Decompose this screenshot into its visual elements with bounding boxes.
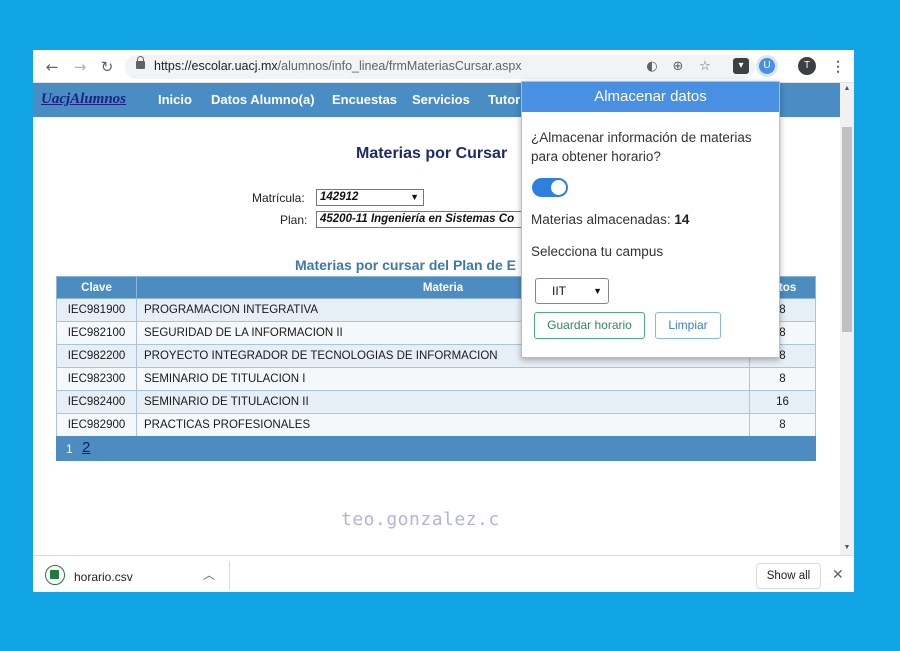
page-title: Materias por Cursar (356, 145, 508, 162)
stored-count-text: Materias almacenadas: 14 (531, 212, 689, 227)
cell-clave: IEC982400 (56, 390, 137, 414)
nav-link-datos-alumno[interactable]: Datos Alumno(a) (211, 92, 315, 107)
section-title: Materias por cursar del Plan de E (295, 257, 516, 273)
stored-count: 14 (674, 212, 690, 227)
campus-value: IIT (552, 284, 566, 298)
browser-toolbar: ← → ↻ https://escolar.uacj.mx/alumnos/in… (33, 50, 854, 83)
watermark-text: teo.gonzalez.c (341, 509, 500, 530)
reload-icon[interactable]: ↻ (97, 57, 117, 77)
profile-avatar[interactable]: T (798, 57, 816, 75)
cell-clave: IEC982300 (56, 367, 137, 391)
extension-popup: Almacenar datos ¿Almacenar información d… (521, 81, 780, 358)
extension-uacj-icon[interactable]: U (759, 58, 775, 74)
nav-link-tutor[interactable]: Tutor (488, 92, 520, 107)
clear-button[interactable]: Limpiar (655, 312, 721, 339)
cell-materia: PRACTICAS PROFESIONALES (136, 413, 750, 437)
matricula-select[interactable]: 142912 ▼ (316, 189, 424, 206)
cell-creditos: 8 (749, 367, 816, 391)
table-pager: 1 2 (56, 436, 816, 461)
show-all-button[interactable]: Show all (756, 563, 821, 589)
blocked-icon[interactable]: ◐ (644, 59, 660, 75)
nav-link-servicios[interactable]: Servicios (412, 92, 470, 107)
stored-label: Materias almacenadas: (531, 212, 671, 227)
zoom-icon[interactable]: ⊕ (670, 59, 686, 75)
close-icon[interactable]: ✕ (832, 566, 844, 583)
extension-shield-icon[interactable]: ▾ (733, 58, 749, 74)
cell-clave: IEC981900 (56, 298, 137, 322)
bookmark-star-icon[interactable]: ☆ (697, 59, 713, 75)
forward-arrow-icon[interactable]: → (70, 57, 90, 77)
matricula-label: Matrícula: (252, 191, 305, 205)
plan-select[interactable]: 45200-11 Ingeniería en Sistemas Co (316, 211, 523, 228)
matricula-value: 142912 (320, 191, 359, 203)
plan-value: 45200-11 Ingeniería en Sistemas Co (320, 213, 515, 225)
menu-dots-icon[interactable]: ⋮ (831, 56, 845, 76)
chevron-down-icon: ▼ (410, 192, 419, 202)
lock-icon (136, 56, 145, 69)
scroll-thumb[interactable] (842, 127, 852, 332)
scroll-down-icon[interactable]: ▼ (840, 542, 854, 554)
page-scrollbar[interactable]: ▲ ▼ (840, 83, 854, 555)
table-row: IEC982900 PRACTICAS PROFESIONALES 8 (56, 413, 816, 437)
cell-materia: SEMINARIO DE TITULACION I (136, 367, 750, 391)
save-schedule-button[interactable]: Guardar horario (534, 312, 645, 339)
cell-creditos: 8 (749, 413, 816, 437)
cell-creditos: 16 (749, 390, 816, 414)
url-text: https://escolar.uacj.mx/alumnos/info_lin… (154, 59, 522, 73)
store-data-toggle[interactable] (532, 178, 568, 197)
cell-materia: SEMINARIO DE TITULACION II (136, 390, 750, 414)
chevron-down-icon: ▼ (593, 286, 602, 296)
nav-link-inicio[interactable]: Inicio (158, 92, 192, 107)
pager-link-page-2[interactable]: 2 (82, 439, 90, 456)
popup-question: ¿Almacenar información de materias para … (531, 130, 752, 164)
cell-clave: IEC982200 (56, 344, 137, 368)
chevron-up-icon[interactable]: ︿ (203, 566, 215, 583)
pager-current-page: 1 (66, 442, 73, 456)
download-divider (229, 561, 230, 589)
site-brand-link[interactable]: UacjAlumnos (41, 91, 126, 108)
url-host: https://escolar.uacj.mx (154, 59, 278, 73)
table-row: IEC982300 SEMINARIO DE TITULACION I 8 (56, 367, 816, 391)
scroll-up-icon[interactable]: ▲ (840, 83, 854, 95)
cell-clave: IEC982900 (56, 413, 137, 437)
popup-title: Almacenar datos (522, 82, 779, 112)
address-bar[interactable]: https://escolar.uacj.mx/alumnos/info_lin… (125, 55, 755, 79)
excel-file-icon (45, 565, 65, 585)
plan-label: Plan: (280, 213, 308, 227)
download-bar: horario.csv ︿ Show all ✕ (33, 555, 854, 592)
back-arrow-icon[interactable]: ← (42, 57, 62, 77)
url-path: /alumnos/info_linea/frmMateriasCursar.as… (277, 59, 522, 73)
column-header-clave[interactable]: Clave (56, 276, 137, 299)
cell-clave: IEC982100 (56, 321, 137, 345)
table-row: IEC982400 SEMINARIO DE TITULACION II 16 (56, 390, 816, 414)
campus-select[interactable]: IIT ▼ (535, 278, 609, 304)
campus-label: Selecciona tu campus (531, 244, 664, 259)
nav-link-encuestas[interactable]: Encuestas (332, 92, 397, 107)
download-file-name[interactable]: horario.csv (74, 570, 133, 584)
